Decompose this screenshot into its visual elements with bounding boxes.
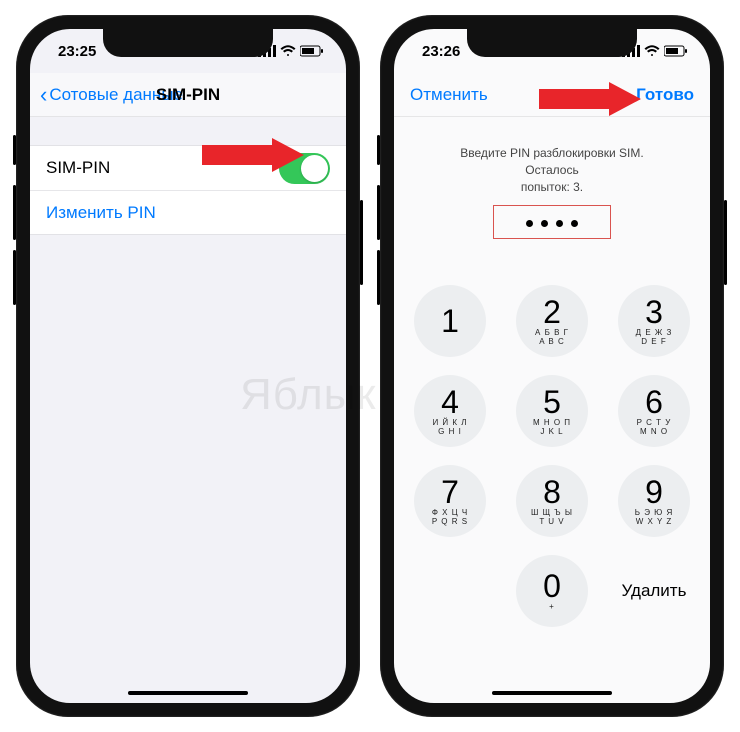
status-time: 23:26 (422, 43, 460, 60)
phone-left: 23:25 ‹ Сотовые данные SIM-PIN SIM-PIN (16, 15, 360, 717)
pin-entry-field (493, 205, 611, 239)
row-label: SIM-PIN (46, 158, 110, 178)
key-3[interactable]: 3Д Е Ж З D E F (618, 285, 690, 357)
annotation-arrow (539, 82, 641, 116)
nav-bar: ‹ Сотовые данные SIM-PIN (30, 73, 346, 117)
row-label: Изменить PIN (46, 203, 156, 223)
battery-icon (300, 45, 324, 57)
home-indicator[interactable] (128, 691, 248, 695)
annotation-arrow (202, 138, 304, 172)
notch (103, 29, 273, 57)
key-blank (414, 555, 486, 627)
key-7[interactable]: 7Ф Х Ц Ч P Q R S (414, 465, 486, 537)
cancel-button[interactable]: Отменить (404, 85, 488, 105)
key-8[interactable]: 8Ш Щ Ъ Ы T U V (516, 465, 588, 537)
delete-button[interactable]: Удалить (618, 555, 690, 627)
chevron-left-icon: ‹ (40, 82, 47, 108)
key-1[interactable]: 1 (414, 285, 486, 357)
home-indicator[interactable] (492, 691, 612, 695)
wifi-icon (644, 45, 660, 57)
keypad: 1 2А Б В Г A B C 3Д Е Ж З D E F 4И Й К Л… (394, 285, 710, 627)
key-5[interactable]: 5М Н О П J K L (516, 375, 588, 447)
status-time: 23:25 (58, 43, 96, 60)
battery-icon (664, 45, 688, 57)
wifi-icon (280, 45, 296, 57)
page-title: SIM-PIN (156, 85, 220, 105)
key-4[interactable]: 4И Й К Л G H I (414, 375, 486, 447)
pin-instruction: Введите PIN разблокировки SIM. Осталось … (394, 117, 710, 205)
row-change-pin[interactable]: Изменить PIN (30, 190, 346, 234)
phone-right: 23:26 Отменить Готово Введите PIN разбло… (380, 15, 724, 717)
key-2[interactable]: 2А Б В Г A B C (516, 285, 588, 357)
key-6[interactable]: 6Р С Т У M N O (618, 375, 690, 447)
key-9[interactable]: 9Ь Э Ю Я W X Y Z (618, 465, 690, 537)
notch (467, 29, 637, 57)
done-button[interactable]: Готово (636, 85, 700, 105)
key-0[interactable]: 0+ (516, 555, 588, 627)
